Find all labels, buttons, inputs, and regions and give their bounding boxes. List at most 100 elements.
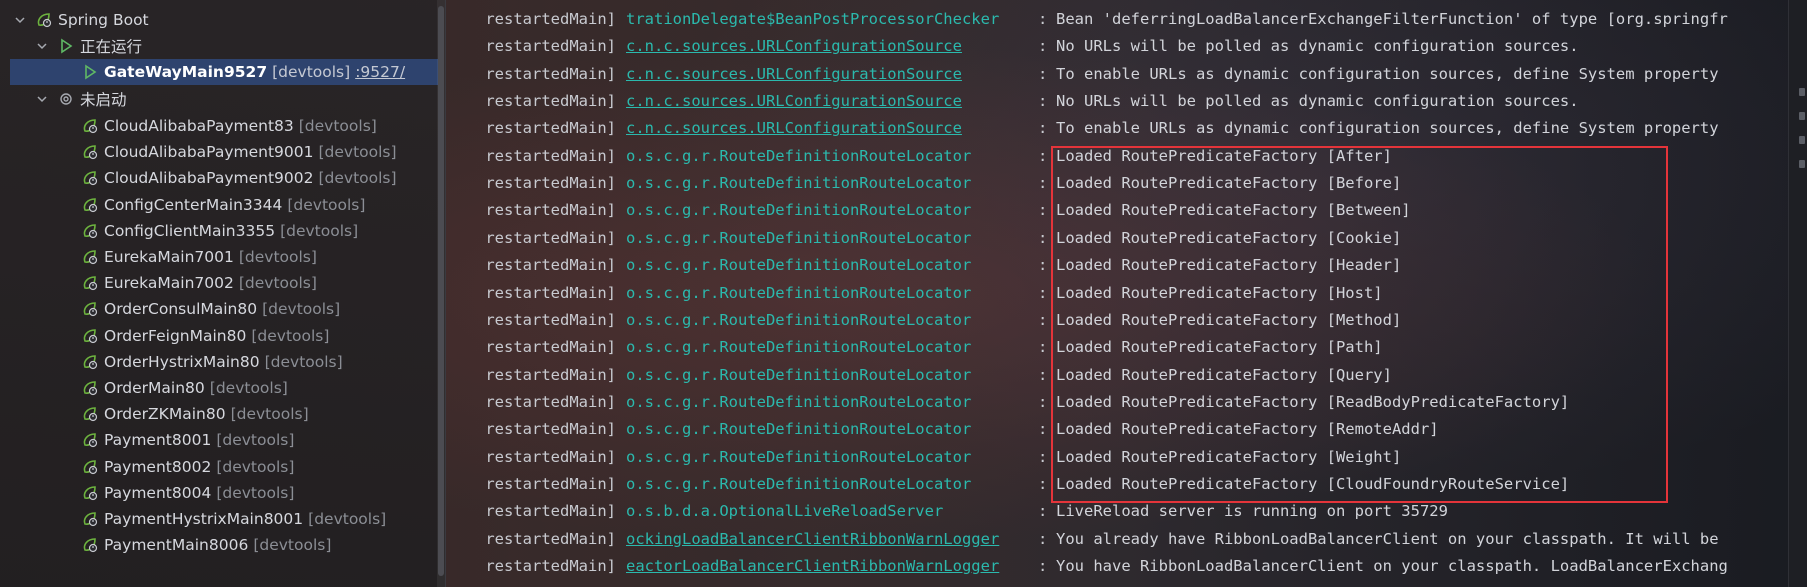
tree-group-stopped[interactable]: 未启动	[0, 86, 440, 112]
tree-scrollbar[interactable]	[437, 0, 445, 587]
spring-boot-icon	[34, 10, 54, 30]
tree-item-tag: [devtools]	[230, 405, 309, 424]
tree-item-name: PaymentMain8006	[104, 536, 249, 555]
tree-item-name: CloudAlibabaPayment9002	[104, 169, 314, 188]
tree-item-tag: [devtools]	[287, 195, 366, 214]
log-logger-name: o.s.c.g.r.RouteDefinitionRouteLocator	[626, 146, 972, 165]
log-thread: restartedMain]	[485, 174, 616, 193]
log-separator: :	[1038, 119, 1048, 138]
tree-item-orderconsulmain80[interactable]: OrderConsulMain80 [devtools]	[0, 296, 440, 322]
tree-item-orderhystrixmain80[interactable]: OrderHystrixMain80 [devtools]	[0, 349, 440, 375]
tree-item-tag: [devtools]	[253, 536, 332, 555]
spring-boot-icon	[80, 404, 100, 424]
log-logger-name[interactable]: c.n.c.sources.URLConfigurationSource	[626, 92, 1038, 110]
run-icon	[56, 36, 76, 56]
spring-boot-icon	[80, 247, 100, 267]
tree-node-spring-boot[interactable]: Spring Boot	[0, 7, 440, 33]
log-logger-name: o.s.c.g.r.RouteDefinitionRouteLocator	[626, 283, 972, 302]
spring-boot-icon	[80, 168, 100, 188]
console-output[interactable]: restartedMain] trationDelegate$BeanPostPr…	[446, 0, 1807, 587]
spring-boot-icon	[80, 142, 100, 162]
spring-boot-icon	[80, 299, 100, 319]
log-separator: :	[1038, 529, 1048, 548]
tree-item-name: EurekaMain7001	[104, 248, 234, 266]
log-logger-name[interactable]: eactorLoadBalancerClientRibbonWarnLogger	[626, 557, 1038, 575]
console-gutter	[1788, 0, 1807, 587]
tree-item-eurekamain7002[interactable]: EurekaMain7002 [devtools]	[0, 270, 440, 296]
chevron-down-icon[interactable]	[34, 91, 50, 107]
tree-group-label: 未启动	[80, 91, 127, 109]
spring-boot-icon	[80, 457, 100, 477]
tree-item-name: PaymentHystrixMain8001	[104, 510, 304, 528]
log-logger-name: o.s.c.g.r.RouteDefinitionRouteLocator	[626, 310, 972, 329]
tree-item-configclientmain3355[interactable]: ConfigClientMain3355 [devtools]	[0, 218, 440, 244]
tree-group-label: 正在运行	[80, 38, 143, 56]
log-thread: restartedMain]	[485, 64, 616, 83]
gutter-marker	[1799, 112, 1805, 120]
log-thread: restartedMain]	[485, 119, 616, 138]
tree-item-paymentmain8006[interactable]: PaymentMain8006 [devtools]	[0, 532, 440, 558]
log-separator: :	[1038, 10, 1048, 28]
tree-item-tag: [devtools]	[308, 510, 387, 528]
log-thread: restartedMain]	[485, 529, 616, 548]
log-line: restartedMain] c.n.c.sources.URLConfigura…	[446, 34, 1807, 58]
log-logger-name: o.s.c.g.r.RouteDefinitionRouteLocator	[626, 474, 972, 493]
tree-item-name: Payment8001	[104, 431, 212, 450]
tree-item-tag: [devtools]	[216, 457, 295, 476]
tree-item-ordermain80[interactable]: OrderMain80 [devtools]	[0, 375, 440, 401]
spring-boot-icon	[80, 352, 100, 372]
tree-item-cloudalibabapayment83[interactable]: CloudAlibabaPayment83 [devtools]	[0, 113, 440, 139]
log-logger-name: o.s.c.g.r.RouteDefinitionRouteLocator	[626, 256, 972, 275]
tree-group-running[interactable]: 正在运行	[0, 33, 440, 59]
gutter-marker	[1799, 88, 1805, 96]
spring-boot-icon	[80, 509, 100, 529]
log-line: restartedMain] c.n.c.sources.URLConfigura…	[446, 62, 1807, 86]
tree-item-configcentermain3344[interactable]: ConfigCenterMain3344 [devtools]	[0, 192, 440, 218]
log-message: You already have RibbonLoadBalancerClien…	[1056, 529, 1719, 548]
tree-item-paymenthystrixmain8001[interactable]: PaymentHystrixMain8001 [devtools]	[0, 506, 440, 532]
log-logger-name: o.s.c.g.r.RouteDefinitionRouteLocator	[626, 201, 972, 220]
chevron-down-icon[interactable]	[12, 12, 28, 28]
log-logger-name[interactable]: c.n.c.sources.URLConfigurationSource	[626, 65, 1038, 83]
tree-item-tag: [devtools]	[280, 221, 359, 240]
log-logger-name[interactable]: ockingLoadBalancerClientRibbonWarnLogger	[626, 530, 1038, 548]
log-logger-name: o.s.c.g.r.RouteDefinitionRouteLocator	[626, 392, 972, 411]
tree-item-payment8001[interactable]: Payment8001 [devtools]	[0, 427, 440, 453]
log-message: Bean 'deferringLoadBalancerExchangeFilte…	[1056, 10, 1728, 28]
tree-item-payment8002[interactable]: Payment8002 [devtools]	[0, 454, 440, 480]
log-logger-name: o.s.c.g.r.RouteDefinitionRouteLocator	[626, 420, 972, 439]
tree-node-label: Spring Boot	[58, 11, 149, 29]
tree-item-payment8004[interactable]: Payment8004 [devtools]	[0, 480, 440, 506]
tree-item-name: GateWayMain9527	[104, 63, 268, 81]
chevron-down-icon[interactable]	[34, 38, 50, 54]
tree-scrollbar-thumb[interactable]	[438, 6, 444, 576]
gutter-marker	[1799, 136, 1805, 144]
log-line: restartedMain] c.n.c.sources.URLConfigura…	[446, 116, 1807, 140]
run-icon	[80, 62, 100, 82]
log-thread: restartedMain]	[485, 37, 616, 56]
port-link[interactable]: :9527/	[355, 63, 405, 81]
tree-item-tag: [devtools]	[298, 117, 377, 135]
tree-item-cloudalibabapayment9001[interactable]: CloudAlibabaPayment9001 [devtools]	[0, 139, 440, 165]
tree-item-tag: [devtools]	[238, 274, 317, 293]
tree-item-eurekamain7001[interactable]: EurekaMain7001 [devtools]	[0, 244, 440, 270]
log-logger-name: o.s.c.g.r.RouteDefinitionRouteLocator	[626, 228, 972, 247]
log-logger-name[interactable]: c.n.c.sources.URLConfigurationSource	[626, 119, 1038, 137]
tree-item-orderfeignmain80[interactable]: OrderFeignMain80 [devtools]	[0, 323, 440, 349]
log-thread: restartedMain]	[485, 310, 616, 329]
log-separator: :	[1038, 502, 1048, 521]
log-thread: restartedMain]	[485, 201, 616, 220]
tree-item-name: OrderMain80	[104, 379, 205, 397]
tree-item-orderzkmain80[interactable]: OrderZKMain80 [devtools]	[0, 401, 440, 427]
tree-item-tag: [devtools]	[238, 248, 317, 266]
log-thread: restartedMain]	[485, 228, 616, 247]
spring-boot-icon	[80, 221, 100, 241]
services-tree-panel: Spring Boot 正在运行 GateWayMain9527 [devtoo…	[0, 0, 446, 587]
tree-item-name: CloudAlibabaPayment9001	[104, 143, 314, 162]
log-logger-name: o.s.c.g.r.RouteDefinitionRouteLocator	[626, 447, 972, 466]
tree-item-cloudalibabapayment9002[interactable]: CloudAlibabaPayment9002 [devtools]	[0, 165, 440, 191]
tree-item-tag: [devtools]	[262, 300, 341, 319]
log-logger-name[interactable]: c.n.c.sources.URLConfigurationSource	[626, 37, 1038, 55]
tree-item-gatewaymain9527[interactable]: GateWayMain9527 [devtools] :9527/	[10, 59, 440, 85]
tree-item-name: Payment8004	[104, 483, 212, 502]
